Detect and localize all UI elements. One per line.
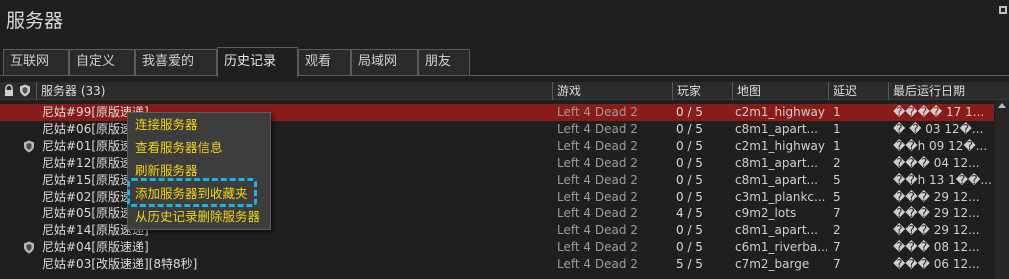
server-name: 尼姑#99[原版速递] — [42, 105, 149, 119]
last-played-date: ���� 17 1... — [893, 105, 985, 119]
player-count: 0 / 5 — [676, 105, 703, 119]
tab-favorites[interactable]: 我喜爱的 — [135, 49, 217, 75]
last-played-date: ��� 08 12... — [893, 240, 980, 255]
server-name: 尼姑#02[原版速递] — [42, 189, 149, 204]
map-name: c8m1_apart... — [735, 155, 818, 170]
ping-value: 2 — [833, 223, 841, 238]
server-name: 尼姑#06[原版速递] — [42, 121, 149, 136]
map-name: c7m2_barge — [735, 257, 810, 272]
map-name: c6m1_riverba... — [735, 240, 827, 255]
player-count: 0 / 5 — [676, 138, 703, 153]
game-name: Left 4 Dead 2 — [557, 240, 638, 255]
player-count: 0 / 5 — [676, 155, 703, 170]
server-name: 尼姑#03[改版速递][8特8秒] — [42, 257, 198, 272]
player-count: 0 / 5 — [676, 240, 703, 255]
menu-remove-from-history[interactable]: 从历史记录删除服务器 — [135, 207, 260, 227]
player-count: 0 / 5 — [676, 121, 703, 136]
tab-lan[interactable]: 局域网 — [351, 49, 418, 75]
ping-value: 1 — [833, 105, 841, 119]
column-last-played[interactable]: 最后运行日期 — [888, 82, 995, 100]
last-played-date: ��� 29 12... — [893, 189, 980, 204]
map-name: c2m1_highway — [735, 105, 825, 119]
game-name: Left 4 Dead 2 — [557, 121, 638, 136]
table-row[interactable]: 尼姑#04[原版速递] Left 4 Dead 2 0 / 5 c6m1_riverb… — [0, 239, 994, 256]
tab-bar: 互联网 自定义 我喜爱的 历史记录 观看 局域网 朋友 — [0, 47, 1009, 77]
map-name: c8m1_apart... — [735, 223, 818, 238]
tab-internet[interactable]: 互联网 — [3, 49, 69, 75]
server-name: 尼姑#15[原版速递] — [42, 172, 149, 187]
map-name: c2m1_highway — [735, 138, 825, 153]
game-name: Left 4 Dead 2 — [557, 257, 638, 272]
ping-value: 5 — [833, 189, 841, 204]
tab-friends[interactable]: 朋友 — [418, 49, 470, 75]
shield-icon — [24, 140, 34, 153]
context-menu: 连接服务器 查看服务器信息 刷新服务器 添加服务器到收藏夹 从历史记录删除服务器 — [127, 112, 271, 230]
game-name: Left 4 Dead 2 — [557, 189, 638, 204]
column-game[interactable]: 游戏 — [552, 82, 672, 100]
server-name: 尼姑#04[原版速递] — [42, 240, 149, 255]
server-name: 尼姑#12[原版速递] — [42, 155, 149, 170]
map-name: c8m1_apart... — [735, 172, 818, 187]
ping-value: 1 — [833, 138, 841, 153]
ping-value: 5 — [833, 172, 841, 187]
server-name: 尼姑#05[原版速递] — [42, 206, 149, 221]
last-played-date: ��� 06 12... — [893, 257, 980, 272]
last-played-date: ��� 04 12... — [893, 155, 980, 170]
column-server[interactable]: 服务器 (33) — [36, 82, 552, 100]
map-name: c9m2_lots — [735, 206, 797, 221]
highlight-annotation — [127, 178, 257, 207]
game-name: Left 4 Dead 2 — [557, 223, 638, 238]
tab-custom[interactable]: 自定义 — [69, 49, 135, 75]
map-name: c3m1_plankc... — [735, 189, 826, 204]
menu-view-server-info[interactable]: 查看服务器信息 — [135, 138, 223, 158]
scrollbar[interactable] — [995, 100, 1009, 279]
last-played-date: ��� 29 12... — [893, 206, 980, 221]
ping-value: 7 — [833, 206, 841, 221]
player-count: 0 / 5 — [676, 189, 703, 204]
shield-icon[interactable] — [19, 84, 31, 97]
player-count: 0 / 5 — [676, 223, 703, 238]
maximize-icon[interactable] — [999, 6, 1007, 14]
game-name: Left 4 Dead 2 — [557, 155, 638, 170]
ping-value: 1 — [833, 121, 841, 136]
shield-icon — [24, 241, 34, 254]
table-row[interactable]: 尼姑#03[改版速递][8特8秒] Left 4 Dead 2 5 / 5 c7m2_… — [0, 256, 994, 273]
last-played-date: � � 03 12�... — [893, 121, 984, 136]
menu-connect[interactable]: 连接服务器 — [135, 115, 198, 135]
last-played-date: ��h 13 1��... — [893, 172, 991, 187]
player-count: 5 / 5 — [676, 257, 703, 272]
server-name: 尼姑#01[原版速递] — [42, 138, 149, 153]
player-count: 0 / 5 — [676, 172, 703, 187]
scroll-up-icon[interactable] — [996, 100, 1008, 112]
column-ping[interactable]: 延迟 — [828, 82, 888, 100]
ping-value: 7 — [833, 257, 841, 272]
column-players[interactable]: 玩家 — [672, 82, 732, 100]
player-count: 4 / 5 — [676, 206, 703, 221]
map-name: c8m1_apart... — [735, 121, 818, 136]
window-title: 服务器 — [6, 10, 64, 32]
ping-value: 2 — [833, 155, 841, 170]
last-played-date: ��� 29 12... — [893, 223, 980, 238]
game-name: Left 4 Dead 2 — [557, 105, 638, 119]
last-played-date: ��h 09 12�... — [893, 138, 988, 153]
server-name: 尼姑#14[原版速递] — [42, 223, 149, 238]
server-list-header: 服务器 (33) 游戏 玩家 地图 延迟 最后运行日期 — [0, 82, 1009, 100]
ping-value: 7 — [833, 240, 841, 255]
lock-icon[interactable] — [3, 84, 15, 97]
column-map[interactable]: 地图 — [732, 82, 828, 100]
game-name: Left 4 Dead 2 — [557, 206, 638, 221]
game-name: Left 4 Dead 2 — [557, 138, 638, 153]
tab-history[interactable]: 历史记录 — [217, 47, 298, 77]
tab-spectate[interactable]: 观看 — [298, 49, 351, 75]
game-name: Left 4 Dead 2 — [557, 172, 638, 187]
